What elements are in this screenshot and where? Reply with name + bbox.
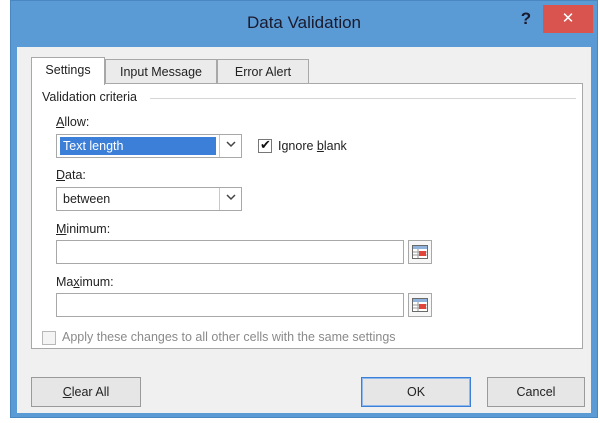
allow-value: Text length [60, 137, 216, 155]
data-dropdown[interactable]: between [56, 187, 242, 211]
allow-dropdown[interactable]: Text length [56, 134, 242, 158]
data-value: between [63, 192, 111, 206]
chevron-down-icon [219, 135, 241, 157]
group-title: Validation criteria [42, 90, 143, 104]
tab-error-alert[interactable]: Error Alert [217, 59, 309, 84]
dialog-window: Data Validation ? ✕ Settings Input Messa… [10, 0, 598, 418]
group-divider [150, 98, 576, 99]
help-button[interactable]: ? [515, 9, 537, 33]
minimum-label: Minimum: [56, 222, 111, 236]
clear-all-button[interactable]: Clear All [31, 377, 141, 407]
maximum-input[interactable] [56, 293, 404, 317]
tab-settings[interactable]: Settings [31, 57, 105, 85]
range-selector-icon [412, 298, 428, 312]
close-button[interactable]: ✕ [543, 5, 593, 33]
apply-all-label[interactable]: Apply these changes to all other cells w… [62, 330, 396, 344]
ok-button[interactable]: OK [361, 377, 471, 407]
apply-all-checkbox[interactable] [42, 331, 56, 345]
settings-panel: Validation criteria Allow: Text length ✔… [31, 83, 583, 349]
chevron-down-icon [219, 188, 241, 210]
ignore-blank-checkbox[interactable]: ✔ [258, 137, 272, 153]
dialog-title: Data Validation [246, 13, 362, 32]
cancel-button[interactable]: Cancel [487, 377, 585, 407]
maximum-label: Maximum: [56, 275, 114, 289]
ignore-blank-label[interactable]: Ignore blank [278, 139, 347, 153]
checkmark-icon: ✔ [260, 137, 271, 152]
tab-input-message[interactable]: Input Message [105, 59, 217, 84]
allow-label: Allow: [56, 115, 90, 129]
minimum-input[interactable] [56, 240, 404, 264]
title-bar: Data Validation ? ✕ [11, 1, 597, 47]
maximum-range-selector-button[interactable] [408, 293, 432, 317]
minimum-range-selector-button[interactable] [408, 240, 432, 264]
range-selector-icon [412, 245, 428, 259]
dialog-body: Settings Input Message Error Alert Valid… [17, 47, 591, 413]
data-label: Data: [56, 168, 86, 182]
close-icon: ✕ [561, 10, 575, 27]
